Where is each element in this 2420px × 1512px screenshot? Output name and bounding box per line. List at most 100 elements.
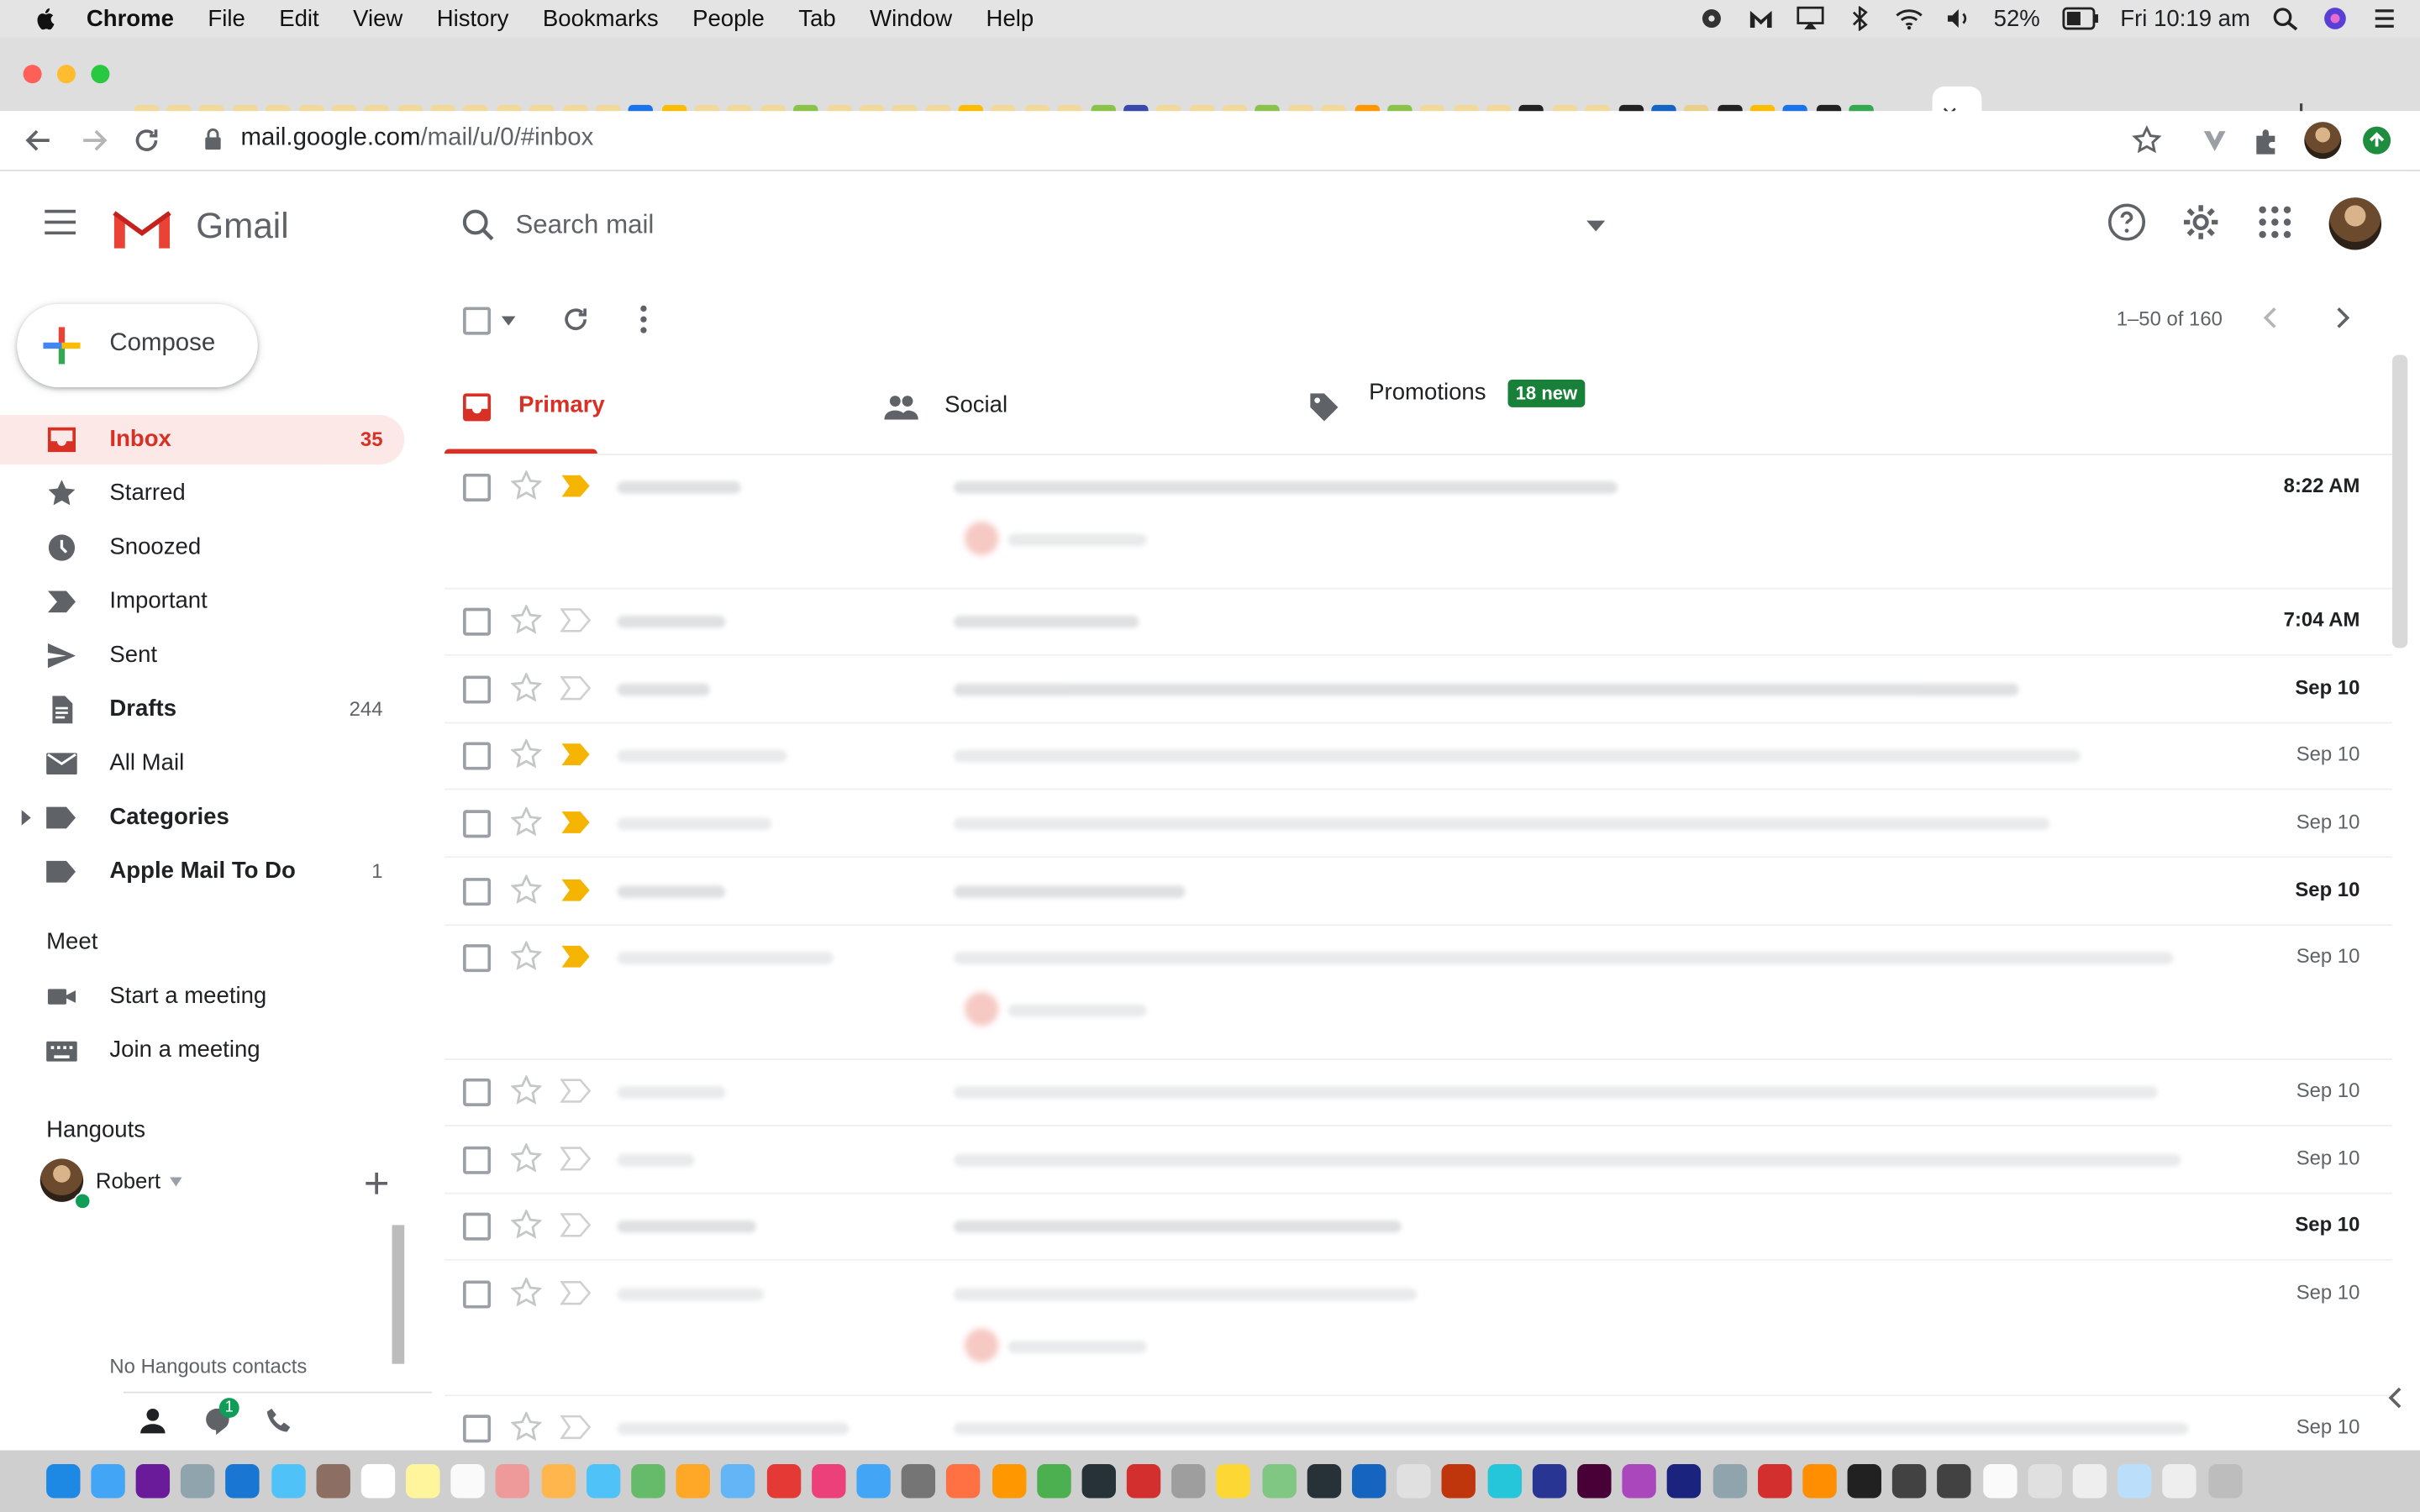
forward-arrow-icon[interactable] (77, 123, 111, 157)
menu-people[interactable]: People (692, 5, 765, 31)
status-app-icon[interactable] (1697, 6, 1725, 30)
dock-app-icon[interactable] (1622, 1464, 1657, 1499)
expand-caret-icon[interactable] (20, 810, 33, 826)
menu-app-chrome[interactable]: Chrome (87, 5, 174, 31)
dock-app-icon[interactable] (225, 1464, 260, 1499)
search-icon[interactable] (461, 208, 495, 242)
email-row[interactable]: 8:22 AM (444, 454, 2392, 590)
wifi-icon[interactable] (1895, 6, 1923, 30)
dock-app-icon[interactable] (1352, 1464, 1386, 1499)
email-row[interactable]: Sep 10 (444, 924, 2392, 1060)
sidebar-item-important[interactable]: Important (0, 577, 404, 627)
malwarebytes-icon[interactable] (1747, 6, 1775, 30)
not-important-marker-icon[interactable] (560, 675, 592, 701)
menu-edit[interactable]: Edit (279, 5, 318, 31)
important-marker-icon[interactable] (560, 878, 592, 902)
email-row[interactable]: 7:04 AM (444, 588, 2392, 656)
row-checkbox[interactable] (463, 607, 492, 636)
older-page-chevron-icon[interactable] (2329, 306, 2354, 330)
menu-file[interactable]: File (208, 5, 245, 31)
airplay-icon[interactable] (1796, 6, 1824, 30)
extensions-puzzle-icon[interactable] (2250, 123, 2284, 157)
gmail-brand[interactable]: Gmail (196, 205, 288, 247)
email-row[interactable]: Sep 10 (444, 1193, 2392, 1261)
dock-app-icon[interactable] (1261, 1464, 1297, 1499)
menu-bookmarks[interactable]: Bookmarks (543, 5, 659, 31)
star-toggle-icon[interactable] (510, 1277, 542, 1309)
dock-app-icon[interactable] (676, 1464, 711, 1499)
star-toggle-icon[interactable] (510, 1411, 542, 1443)
row-checkbox[interactable] (463, 473, 492, 501)
not-important-marker-icon[interactable] (560, 1079, 592, 1103)
contacts-person-icon[interactable] (139, 1407, 166, 1435)
compose-button[interactable]: Compose (17, 303, 258, 388)
not-important-marker-icon[interactable] (560, 1280, 592, 1305)
dock-app-icon[interactable] (360, 1464, 396, 1499)
row-checkbox[interactable] (463, 742, 492, 770)
bookmark-star-icon[interactable] (2130, 123, 2164, 157)
email-row[interactable]: Sep 10 (444, 1058, 2392, 1126)
search-input[interactable] (512, 198, 1569, 252)
not-important-marker-icon[interactable] (560, 1213, 592, 1237)
chrome-profile-avatar[interactable] (2304, 122, 2342, 160)
dock-app-icon[interactable] (1486, 1464, 1522, 1499)
sidebar-item-drafts[interactable]: Drafts 244 (0, 685, 404, 735)
dock-app-icon[interactable] (811, 1464, 846, 1499)
window-zoom-button[interactable] (91, 65, 110, 84)
dock-app-icon[interactable] (1217, 1464, 1251, 1499)
dock-app-icon[interactable] (1982, 1464, 2017, 1499)
email-row[interactable]: Sep 10 (444, 858, 2392, 927)
main-menu-icon[interactable] (43, 208, 76, 236)
dock-app-icon[interactable] (271, 1464, 305, 1499)
dock-app-icon[interactable] (135, 1464, 170, 1499)
row-checkbox[interactable] (463, 1078, 492, 1106)
not-important-marker-icon[interactable] (560, 608, 592, 633)
newer-page-chevron-icon[interactable] (2260, 306, 2284, 330)
sidebar-item-apple-mail-to-do[interactable]: Apple Mail To Do 1 (0, 847, 404, 896)
menu-window[interactable]: Window (870, 5, 952, 31)
dock-app-icon[interactable] (406, 1464, 440, 1499)
status-dropdown-icon[interactable] (170, 1177, 182, 1187)
back-arrow-icon[interactable] (22, 123, 55, 157)
dock-app-icon[interactable] (181, 1464, 215, 1499)
battery-icon[interactable] (2062, 6, 2099, 30)
menu-bar-clock[interactable]: Fri 10:19 am (2120, 5, 2250, 31)
account-avatar[interactable] (2328, 197, 2382, 250)
volume-icon[interactable] (1944, 6, 1972, 30)
tab-promotions[interactable]: Promotions 18 new (1301, 358, 1918, 454)
bluetooth-icon[interactable] (1845, 6, 1873, 31)
dock-app-icon[interactable] (496, 1464, 530, 1499)
dock-app-icon[interactable] (1892, 1464, 1927, 1499)
dock-app-icon[interactable] (586, 1464, 621, 1499)
dock-app-icon[interactable] (2163, 1464, 2197, 1499)
gmail-logo-icon[interactable] (109, 202, 174, 249)
sidebar-item-all-mail[interactable]: All Mail (0, 739, 404, 789)
row-checkbox[interactable] (463, 1415, 492, 1443)
dock-app-icon[interactable] (1757, 1464, 1791, 1499)
star-toggle-icon[interactable] (510, 672, 542, 704)
dock-app-icon[interactable] (316, 1464, 350, 1499)
dock-app-icon[interactable] (1126, 1464, 1161, 1499)
star-toggle-icon[interactable] (510, 941, 542, 972)
main-scrollbar[interactable] (2391, 354, 2408, 648)
menu-tab[interactable]: Tab (798, 5, 835, 31)
dock-app-icon[interactable] (2207, 1464, 2243, 1499)
dock-app-icon[interactable] (1397, 1464, 1432, 1499)
reload-icon[interactable] (129, 123, 163, 157)
row-checkbox[interactable] (463, 1146, 492, 1174)
star-toggle-icon[interactable] (510, 1143, 542, 1174)
dock-app-icon[interactable] (1171, 1464, 1207, 1499)
dock-app-icon[interactable] (1847, 1464, 1882, 1499)
sidebar-item-inbox[interactable]: Inbox 35 (0, 415, 405, 465)
dock-app-icon[interactable] (1307, 1464, 1341, 1499)
menu-help[interactable]: Help (986, 5, 1034, 31)
menu-history[interactable]: History (437, 5, 509, 31)
star-toggle-icon[interactable] (510, 874, 542, 906)
email-row[interactable]: Sep 10 (444, 790, 2392, 858)
sidebar-item-sent[interactable]: Sent (0, 631, 404, 680)
new-conversation-plus-icon[interactable] (364, 1171, 388, 1195)
url-text[interactable]: mail.google.com/mail/u/0/#inbox (241, 125, 594, 153)
row-checkbox[interactable] (463, 1280, 492, 1309)
dock-app-icon[interactable] (1532, 1464, 1566, 1499)
window-minimize-button[interactable] (56, 65, 76, 84)
